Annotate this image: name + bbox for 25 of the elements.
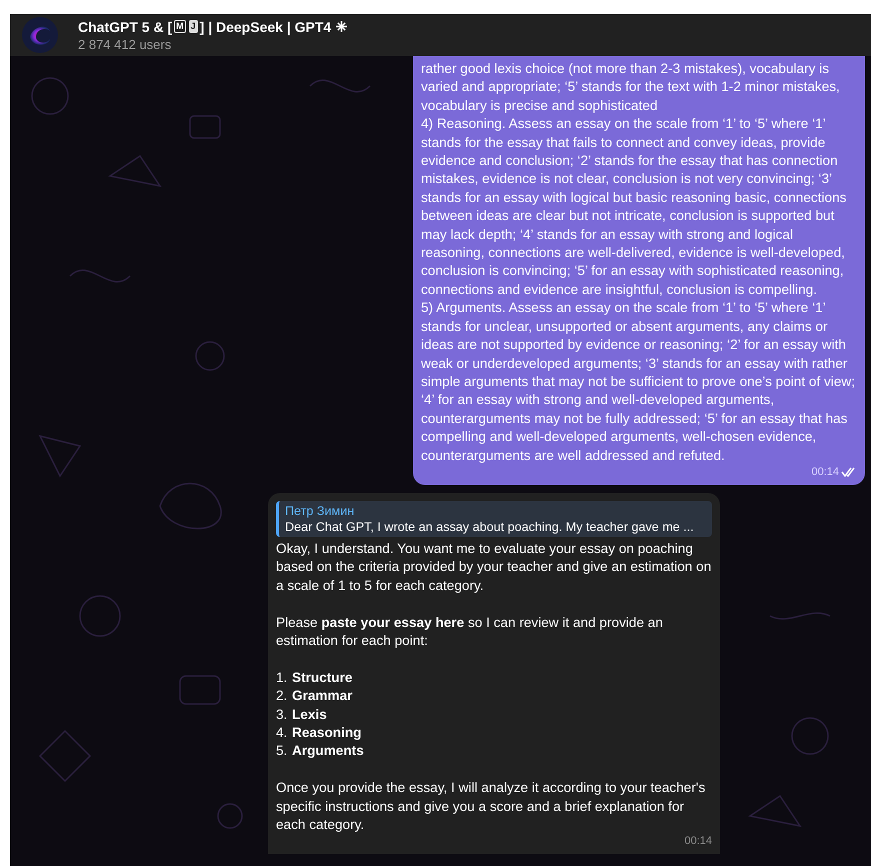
list-item-text: Structure <box>292 668 352 687</box>
channel-avatar[interactable] <box>22 17 58 53</box>
message-text: Okay, I understand. You want me to evaluate your essay on poaching based on the criteria provided by your teacher and give an estimation on a scale of 1 to 5 for each category. <box>276 540 712 595</box>
message-text: rather good lexis choice (not more than 2-3 mistakes), vocabulary is varied and appropriate; ‘5’ stands for the text with 1-2 minor mistakes, vocabulary is precise and sophisticated <box>421 60 841 115</box>
list-number: 4. <box>276 724 286 742</box>
message-text: Please paste your essay here so I can review it and provide an estimation for each point: <box>276 614 664 650</box>
list-number: 1. <box>276 668 286 687</box>
list-item-text: Lexis <box>292 706 327 724</box>
channel-title: ChatGPT 5 & [ M J ] | DeepSeek | GPT4 <box>78 18 348 34</box>
message-time: 00:14 <box>811 464 839 479</box>
message-text: 5) Arguments. Assess an essay on the scale from ‘1’ to ‘5’ where ‘1’ stands for unclear, unsupported or absent arguments, any claims or ideas are not supported by evidence or reasoning; ‘2’ for an essay with weak or underdeveloped arguments; ‘3’ stands for an essay with rather simple arguments that may not be sufficient to prove one’s point of view; ‘4’ for an essay with strong and well-developed arguments, counterarguments may not be fully addressed; ‘5’ for an essay that has compelling and well-developed arguments, well-chosen evidence, counterarguments are well addressed and refuted. <box>421 299 856 465</box>
list-number: 5. <box>276 742 286 760</box>
quote-text: Dear Chat GPT, I wrote an assay about poaching. My teacher gave me ... <box>285 518 695 535</box>
list-number: 2. <box>276 687 286 706</box>
sparkle-icon <box>336 21 348 32</box>
list-item-text: Grammar <box>292 687 352 706</box>
list-item-text: Reasoning <box>292 724 362 742</box>
list-item-text: Arguments <box>292 742 364 760</box>
member-count: 2 874 412 users <box>78 36 172 52</box>
quote-author: Петр Зимин <box>285 502 356 519</box>
reply-quote[interactable]: Петр Зимин Dear Chat GPT, I wrote an assay about poaching. My teacher gave me ... <box>276 500 712 537</box>
message-text: 4) Reasoning. Assess an essay on the scale from ‘1’ to ‘5’ where ‘1’ stands for the essay that fails to connect and convey ideas, provide evidence and conclusion; ‘2’ stands for the essay that has connection mistakes, evidence is not clear, conclusion is not very convincing; ‘3’ stands for an essay with logical but basic reasoning basic, connections between ideas are clear but not intricate, conclusion is supported but may lack depth; ‘4’ stands for an essay with strong and logical reasoning, connections are well-delivered, evidence is well-developed, conclusion is convincing; ‘5’ for an essay with sophisticated reasoning, connections and evidence are insightful, conclusion is compelling. <box>421 115 848 299</box>
message-text: Once you provide the essay, I will analyze it according to your teacher's specific instructions and give you a score and a brief explanation for each category. <box>276 779 706 834</box>
message-time: 00:14 <box>684 834 712 848</box>
list-number: 3. <box>276 706 286 724</box>
